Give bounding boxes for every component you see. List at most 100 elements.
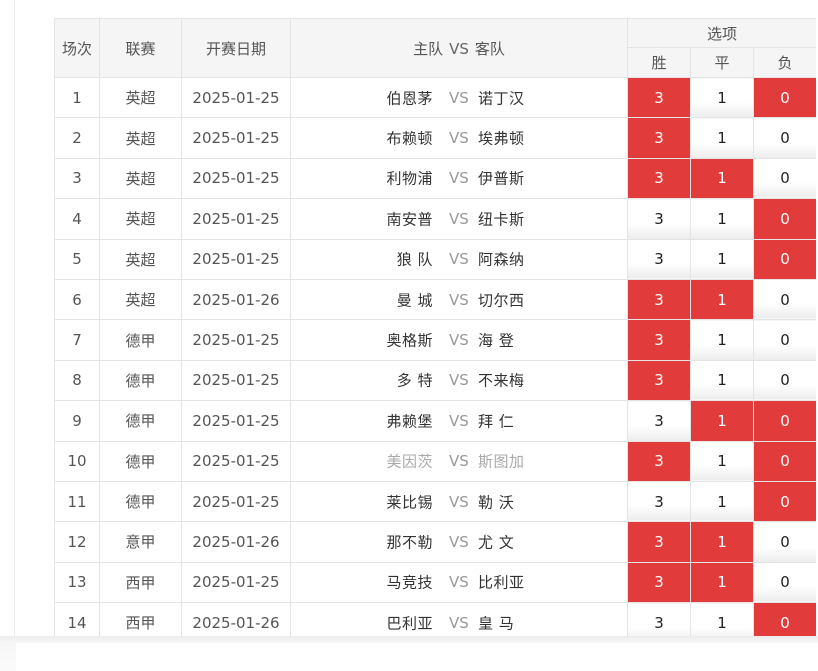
- option-win-button[interactable]: 3: [627, 521, 691, 563]
- option-win-button[interactable]: 3: [627, 480, 691, 523]
- match-date: 2025-01-25: [181, 440, 291, 482]
- vs-label: VS: [449, 290, 469, 309]
- table-row: 12 意甲 2025-01-26 那不勒 VS 尤 文 3 1 0: [54, 521, 816, 563]
- option-draw-value: 1: [717, 250, 727, 269]
- option-lose-button[interactable]: 0: [752, 76, 816, 119]
- table-row: 4 英超 2025-01-25 南安普 VS 纽卡斯 3 1 0: [54, 198, 816, 240]
- league-name: 德甲: [99, 440, 182, 482]
- option-win-button[interactable]: 3: [627, 319, 691, 361]
- home-team: 多 特: [396, 371, 433, 390]
- option-draw-button[interactable]: 1: [690, 480, 754, 523]
- option-draw-button[interactable]: 1: [690, 359, 754, 402]
- option-lose-value: 0: [780, 209, 790, 228]
- home-team: 利物浦: [386, 169, 433, 188]
- header-league: 联赛: [99, 18, 182, 78]
- table-row: 7 德甲 2025-01-25 奥格斯 VS 海 登 3 1 0: [54, 319, 816, 361]
- option-lose-value: 0: [780, 573, 790, 592]
- option-lose-button[interactable]: 0: [752, 359, 816, 402]
- option-draw-button[interactable]: 1: [690, 319, 754, 361]
- teams-cell: 曼 城 VS 切尔西: [290, 278, 628, 321]
- match-number: 1: [54, 76, 100, 119]
- away-team: 纽卡斯: [478, 210, 525, 229]
- option-draw-button[interactable]: 1: [690, 117, 754, 159]
- option-lose-value: 0: [780, 452, 790, 471]
- option-draw-button[interactable]: 1: [690, 602, 754, 640]
- away-team: 皇 马: [478, 614, 515, 633]
- option-win-button[interactable]: 3: [627, 198, 691, 240]
- vs-label: VS: [449, 169, 469, 188]
- league-name: 西甲: [99, 602, 182, 640]
- option-win-value: 3: [654, 169, 664, 188]
- option-draw-value: 1: [717, 573, 727, 592]
- option-draw-button[interactable]: 1: [690, 440, 754, 482]
- option-lose-button[interactable]: 0: [752, 561, 816, 604]
- option-draw-button[interactable]: 1: [690, 198, 754, 240]
- option-win-value: 3: [654, 613, 664, 632]
- option-lose-button[interactable]: 0: [752, 440, 816, 482]
- match-date: 2025-01-25: [181, 76, 291, 119]
- option-draw-button[interactable]: 1: [690, 278, 754, 321]
- option-lose-button[interactable]: 0: [752, 400, 816, 442]
- option-win-button[interactable]: 3: [627, 157, 691, 200]
- match-date: 2025-01-25: [181, 359, 291, 402]
- option-win-button[interactable]: 3: [627, 117, 691, 159]
- league-name: 德甲: [99, 359, 182, 402]
- option-win-value: 3: [654, 411, 664, 430]
- option-draw-value: 1: [717, 532, 727, 551]
- option-draw-value: 1: [717, 331, 727, 350]
- option-draw-button[interactable]: 1: [690, 561, 754, 604]
- option-draw-button[interactable]: 1: [690, 400, 754, 442]
- header-options: 选项: [626, 18, 816, 48]
- teams-cell: 巴利亚 VS 皇 马: [290, 602, 628, 640]
- option-win-button[interactable]: 3: [627, 76, 691, 119]
- vs-label: VS: [449, 331, 469, 350]
- option-win-button[interactable]: 3: [627, 278, 691, 321]
- match-table-container: 场次 联赛 开赛日期 主队 VS 客队 选项 胜 平 负 1 英超 2025-01-25…: [54, 18, 816, 640]
- teams-cell: 伯恩茅 VS 诺丁汉: [290, 76, 628, 119]
- header-option-draw: 平: [690, 47, 754, 78]
- option-draw-button[interactable]: 1: [690, 157, 754, 200]
- option-win-button[interactable]: 3: [627, 238, 691, 280]
- table-row: 2 英超 2025-01-25 布赖顿 VS 埃弗顿 3 1 0: [54, 117, 816, 159]
- option-win-value: 3: [654, 88, 664, 107]
- match-date: 2025-01-25: [181, 400, 291, 442]
- teams-cell: 布赖顿 VS 埃弗顿: [290, 117, 628, 159]
- header-option-win: 胜: [627, 47, 691, 78]
- option-lose-button[interactable]: 0: [752, 319, 816, 361]
- option-draw-value: 1: [717, 411, 727, 430]
- option-draw-value: 1: [717, 492, 727, 511]
- teams-cell: 利物浦 VS 伊普斯: [290, 157, 628, 200]
- league-name: 英超: [99, 238, 182, 280]
- option-lose-button[interactable]: 0: [752, 602, 816, 640]
- match-date: 2025-01-25: [181, 157, 291, 200]
- match-date: 2025-01-25: [181, 561, 291, 604]
- option-lose-button[interactable]: 0: [752, 521, 816, 563]
- header-date: 开赛日期: [181, 18, 291, 78]
- option-draw-button[interactable]: 1: [690, 521, 754, 563]
- match-number: 11: [54, 480, 100, 523]
- option-lose-button[interactable]: 0: [752, 480, 816, 523]
- away-team: 诺丁汉: [478, 89, 525, 108]
- away-team: 海 登: [478, 331, 515, 350]
- vs-label: VS: [449, 573, 469, 592]
- option-draw-button[interactable]: 1: [690, 238, 754, 280]
- option-draw-value: 1: [717, 452, 727, 471]
- option-lose-button[interactable]: 0: [752, 157, 816, 200]
- option-win-button[interactable]: 3: [627, 359, 691, 402]
- option-draw-button[interactable]: 1: [690, 76, 754, 119]
- league-name: 西甲: [99, 561, 182, 604]
- option-lose-button[interactable]: 0: [752, 117, 816, 159]
- option-win-button[interactable]: 3: [627, 602, 691, 640]
- option-lose-button[interactable]: 0: [752, 198, 816, 240]
- option-lose-button[interactable]: 0: [752, 278, 816, 321]
- header-option-lose: 负: [752, 47, 816, 78]
- option-win-button[interactable]: 3: [627, 400, 691, 442]
- option-win-button[interactable]: 3: [627, 440, 691, 482]
- match-date: 2025-01-25: [181, 238, 291, 280]
- table-body: 1 英超 2025-01-25 伯恩茅 VS 诺丁汉 3 1 0 2 英超 2025-01-25 布赖顿…: [54, 76, 816, 640]
- league-name: 德甲: [99, 400, 182, 442]
- away-team: 不来梅: [478, 371, 525, 390]
- option-win-button[interactable]: 3: [627, 561, 691, 604]
- home-team: 南安普: [386, 210, 433, 229]
- option-lose-button[interactable]: 0: [752, 238, 816, 280]
